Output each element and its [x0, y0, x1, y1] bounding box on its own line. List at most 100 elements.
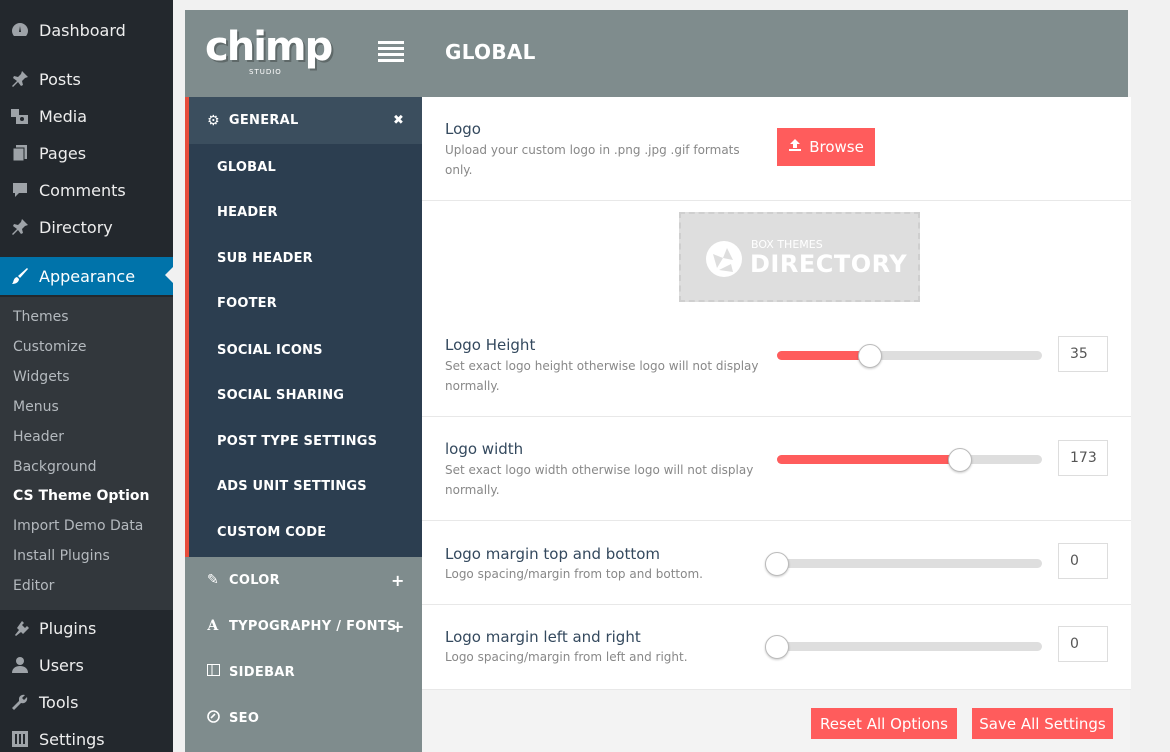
wp-menu-label: Plugins	[39, 618, 97, 638]
slider-handle[interactable]	[858, 344, 882, 368]
dashboard-icon	[10, 20, 30, 40]
appearance-submenu: Themes Customize Widgets Menus Header Ba…	[0, 297, 173, 610]
font-icon: A	[207, 618, 219, 634]
margin-tb-slider[interactable]	[765, 552, 1042, 576]
wp-menu-media[interactable]: Media	[0, 98, 173, 134]
pin-icon	[10, 217, 30, 237]
wp-menu-label: Tools	[39, 692, 79, 712]
wp-menu-appearance[interactable]: Appearance	[0, 257, 173, 295]
logo-height-title: Logo Height	[445, 336, 536, 354]
submenu-import-demo-data[interactable]: Import Demo Data	[13, 518, 143, 534]
logo-height-slider[interactable]	[777, 344, 1042, 368]
submenu-themes[interactable]: Themes	[13, 309, 69, 325]
logo-height-description: Set exact logo height otherwise logo wil…	[445, 359, 759, 393]
wp-menu-directory[interactable]: Directory	[0, 209, 173, 245]
options-nav: ⚙ GENERAL ✖ GLOBAL HEADER SUB HEADER FOO…	[185, 97, 422, 752]
submenu-cs-theme-option[interactable]: CS Theme Option	[13, 488, 149, 504]
submenu-install-plugins[interactable]: Install Plugins	[13, 548, 110, 564]
nav-general-label: GENERAL	[228, 113, 299, 128]
plus-icon: +	[391, 570, 405, 590]
wp-menu-label: Appearance	[39, 266, 136, 286]
slider-handle[interactable]	[765, 552, 789, 576]
wp-menu-comments[interactable]: Comments	[0, 172, 173, 208]
submenu-widgets[interactable]: Widgets	[13, 369, 70, 385]
submenu-background[interactable]: Background	[13, 459, 97, 475]
directory-logo-icon	[706, 241, 742, 277]
logo-width-title: logo width	[445, 440, 524, 458]
nav-section-label: COLOR	[229, 572, 280, 588]
wrench-icon	[10, 692, 30, 712]
wp-menu-label: Directory	[39, 217, 113, 237]
browse-button[interactable]: Browse	[777, 128, 875, 166]
user-icon	[10, 655, 30, 675]
margin-lr-title: Logo margin left and right	[445, 628, 641, 646]
margin-tb-input[interactable]	[1058, 543, 1108, 579]
reset-all-options-button[interactable]: Reset All Options	[811, 708, 957, 739]
paintbrush-icon	[10, 266, 30, 286]
nav-item-footer[interactable]: FOOTER	[217, 296, 277, 311]
nav-general-header[interactable]: ⚙ GENERAL ✖	[189, 97, 422, 144]
hamburger-menu-icon[interactable]	[378, 41, 404, 62]
nav-section-sidebar[interactable]: SIDEBAR	[185, 649, 422, 695]
margin-tb-title: Logo margin top and bottom	[445, 545, 660, 563]
nav-section-label: TYPOGRAPHY / FONTS	[229, 618, 397, 634]
wp-menu-posts[interactable]: Posts	[0, 61, 173, 97]
submenu-menus[interactable]: Menus	[13, 399, 59, 415]
media-icon	[10, 106, 30, 126]
nav-section-color[interactable]: ✎ COLOR +	[185, 557, 422, 603]
nav-item-post-type-settings[interactable]: POST TYPE SETTINGS	[217, 434, 377, 449]
panel-header: chimp STUDIO GLOBAL	[185, 10, 1128, 97]
wp-menu-dashboard[interactable]: Dashboard	[0, 12, 173, 48]
nav-item-sub-header[interactable]: SUB HEADER	[217, 251, 313, 266]
nav-item-global[interactable]: GLOBAL	[217, 160, 276, 175]
slider-handle[interactable]	[948, 448, 972, 472]
nav-item-ads-unit-settings[interactable]: ADS UNIT SETTINGS	[217, 479, 367, 494]
wp-menu-tools[interactable]: Tools	[0, 684, 173, 720]
settings-icon	[10, 729, 30, 749]
wp-menu-label: Comments	[39, 180, 126, 200]
seo-icon	[205, 709, 221, 727]
margin-lr-input[interactable]	[1058, 626, 1108, 662]
gear-icon: ⚙	[207, 112, 220, 129]
nav-item-custom-code[interactable]: CUSTOM CODE	[217, 525, 326, 540]
wp-menu-settings[interactable]: Settings	[0, 721, 173, 752]
logo-width-description: Set exact logo width otherwise logo will…	[445, 463, 754, 497]
wp-admin-sidebar: Dashboard Posts Media Pages Comments Dir…	[0, 0, 173, 752]
slider-fill	[777, 351, 870, 360]
wp-menu-label: Settings	[39, 729, 105, 749]
submenu-header[interactable]: Header	[13, 429, 64, 445]
wp-menu-users[interactable]: Users	[0, 647, 173, 683]
logo-height-row: BOX THEMES DIRECTORY Logo Height Set exa…	[422, 201, 1131, 417]
magic-wand-icon: ✎	[206, 572, 220, 588]
logo-width-slider[interactable]	[777, 448, 1042, 472]
close-icon[interactable]: ✖	[393, 113, 404, 128]
nav-item-header[interactable]: HEADER	[217, 205, 278, 220]
submenu-customize[interactable]: Customize	[13, 339, 87, 355]
logo-wordmark: chimp	[205, 24, 333, 70]
slider-fill	[777, 455, 960, 464]
margin-lr-description: Logo spacing/margin from left and right.	[445, 650, 688, 664]
nav-item-social-icons[interactable]: SOCIAL ICONS	[217, 343, 323, 358]
nav-item-social-sharing[interactable]: SOCIAL SHARING	[217, 388, 344, 403]
logo-height-input[interactable]	[1058, 336, 1108, 372]
logo-description: Upload your custom logo in .png .jpg .gi…	[445, 143, 740, 177]
wp-menu-pages[interactable]: Pages	[0, 135, 173, 171]
logo-preview-image: BOX THEMES DIRECTORY	[679, 212, 920, 302]
nav-general-group: ⚙ GENERAL ✖ GLOBAL HEADER SUB HEADER FOO…	[185, 97, 422, 557]
chimp-studio-logo: chimp STUDIO	[205, 24, 333, 80]
margin-lr-slider[interactable]	[765, 635, 1042, 659]
columns-icon	[205, 664, 221, 680]
upload-icon	[788, 138, 802, 156]
logo-width-input[interactable]	[1058, 440, 1108, 476]
wp-menu-label: Pages	[39, 143, 87, 163]
comment-icon	[10, 180, 30, 200]
wp-menu-plugins[interactable]: Plugins	[0, 610, 173, 646]
slider-handle[interactable]	[765, 635, 789, 659]
save-all-settings-button[interactable]: Save All Settings	[972, 708, 1113, 739]
theme-options-panel: chimp STUDIO GLOBAL ⚙ GENERAL ✖ GLOBAL H…	[185, 10, 1131, 752]
plus-icon: +	[391, 616, 405, 636]
nav-section-typography[interactable]: A TYPOGRAPHY / FONTS +	[185, 603, 422, 649]
submenu-editor[interactable]: Editor	[13, 578, 54, 594]
pages-icon	[10, 143, 30, 163]
nav-section-seo[interactable]: SEO	[185, 695, 422, 741]
